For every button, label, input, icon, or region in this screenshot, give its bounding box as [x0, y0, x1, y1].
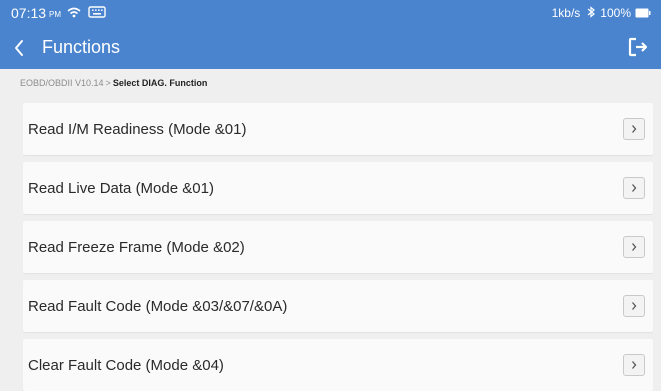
menu-item-read-im-readiness[interactable]: Read I/M Readiness (Mode &01) [23, 103, 653, 155]
menu-item-arrow-button[interactable] [623, 177, 645, 199]
menu-item-label: Clear Fault Code (Mode &04) [28, 356, 224, 374]
menu-item-label: Read I/M Readiness (Mode &01) [28, 120, 247, 138]
chevron-right-icon [632, 361, 637, 369]
status-left: 07:13 PM [11, 5, 106, 21]
breadcrumb: EOBD/OBDII V10.14 > Select DIAG. Functio… [0, 69, 661, 96]
menu-item-arrow-button[interactable] [623, 295, 645, 317]
status-ampm: PM [49, 10, 62, 19]
menu-item-read-live-data[interactable]: Read Live Data (Mode &01) [23, 162, 653, 214]
title-bar: Functions [0, 26, 661, 69]
menu-item-arrow-button[interactable] [623, 354, 645, 376]
keyboard-icon [88, 5, 106, 21]
exit-button[interactable] [623, 32, 653, 62]
net-speed: 1kb/s [551, 6, 581, 20]
page-title: Functions [42, 37, 121, 57]
breadcrumb-path: EOBD/OBDII V10.14 [20, 77, 104, 88]
wifi-icon [67, 6, 81, 21]
status-bar: 07:13 PM 1kb/s 100% [0, 0, 661, 26]
chevron-right-icon [632, 125, 637, 133]
status-right: 1kb/s 100% [551, 5, 651, 21]
screen: 07:13 PM 1kb/s 100% Functions EOBD/OBDII… [0, 0, 661, 391]
bluetooth-icon [586, 5, 596, 21]
chevron-left-icon [15, 39, 23, 56]
menu-item-clear-fault-code[interactable]: Clear Fault Code (Mode &04) [23, 339, 653, 391]
menu-item-label: Read Fault Code (Mode &03/&07/&0A) [28, 297, 288, 315]
status-time: 07:13 [11, 5, 47, 21]
battery-level: 100% [600, 6, 631, 20]
menu-item-label: Read Freeze Frame (Mode &02) [28, 238, 245, 256]
chevron-right-icon [632, 243, 637, 251]
chevron-right-icon [632, 302, 637, 310]
menu-item-label: Read Live Data (Mode &01) [28, 179, 214, 197]
back-button[interactable] [3, 26, 35, 69]
exit-icon [628, 37, 648, 57]
menu-item-read-freeze-frame[interactable]: Read Freeze Frame (Mode &02) [23, 221, 653, 273]
function-list: Read I/M Readiness (Mode &01) Read Live … [23, 103, 653, 391]
menu-item-read-fault-code[interactable]: Read Fault Code (Mode &03/&07/&0A) [23, 280, 653, 332]
menu-item-arrow-button[interactable] [623, 236, 645, 258]
chevron-right-icon [632, 184, 637, 192]
breadcrumb-current: Select DIAG. Function [112, 77, 208, 88]
battery-icon [635, 6, 651, 21]
breadcrumb-separator: > [105, 77, 111, 88]
menu-item-arrow-button[interactable] [623, 118, 645, 140]
